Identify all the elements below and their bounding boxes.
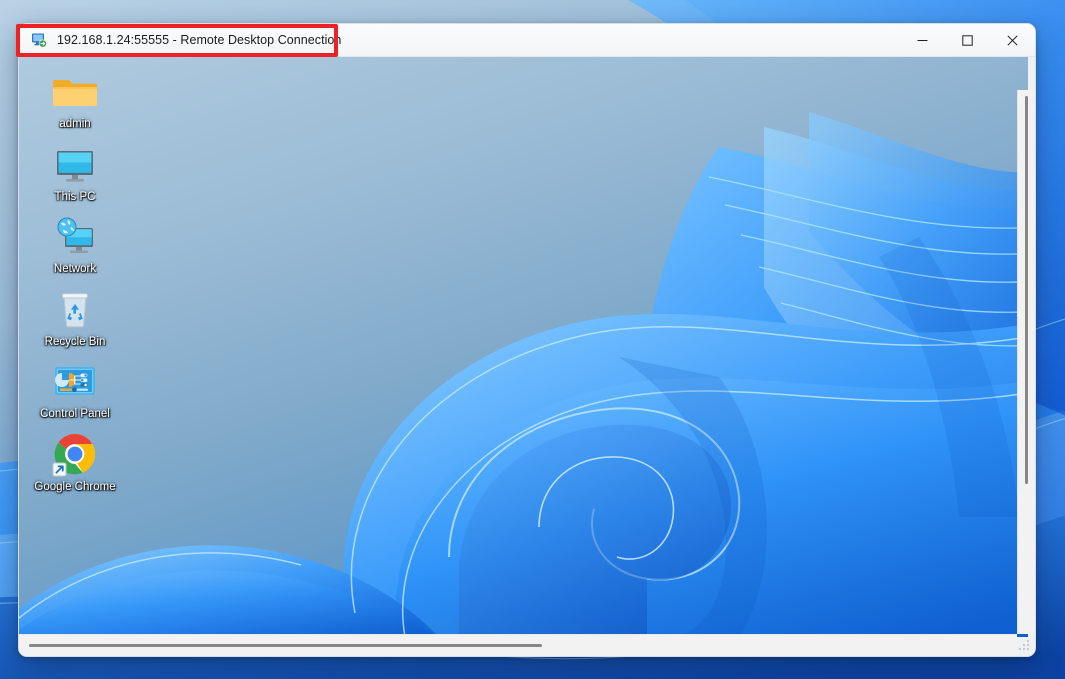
window-title-bar[interactable]: 192.168.1.24:55555 - Remote Desktop Conn… [19,24,1035,57]
remote-desktop-icon [31,32,48,49]
desktop-icon-label: Control Panel [40,408,110,420]
remote-wallpaper [19,57,1028,637]
vertical-scrollbar[interactable] [1017,90,1035,634]
resize-grip[interactable] [1019,640,1032,653]
desktop-icon-control-panel[interactable]: Control Panel [23,357,127,422]
horizontal-scrollbar-thumb[interactable] [29,644,543,647]
minimize-button[interactable] [900,24,945,57]
remote-desktop-canvas[interactable]: admin This PC Network Recycle Bin Contro… [19,57,1028,637]
maximize-button[interactable] [945,24,990,57]
remote-session-area[interactable]: admin This PC Network Recycle Bin Contro… [19,57,1035,656]
close-button[interactable] [990,24,1035,57]
folder-icon [51,67,99,115]
desktop-icon-label: Recycle Bin [44,335,106,348]
desktop-icon-recycle-bin[interactable]: Recycle Bin [23,285,127,350]
shortcut-arrow-overlay [52,462,67,476]
network-icon [51,212,99,260]
window-title-text: 192.168.1.24:55555 - Remote Desktop Conn… [57,33,342,47]
control-panel-icon [51,357,99,405]
desktop-icon-label: admin [59,118,91,130]
desktop-icon-network[interactable]: Network [23,212,127,277]
desktop-icon-this-pc[interactable]: This PC [23,140,127,205]
desktop-icon-label: Google Chrome [34,480,116,493]
desktop-icon-label: This PC [54,190,96,203]
desktop-icon-admin[interactable]: admin [23,67,127,132]
horizontal-scrollbar[interactable] [19,634,1017,656]
remote-desktop-window[interactable]: 192.168.1.24:55555 - Remote Desktop Conn… [18,23,1036,657]
desktop-icon-label: Network [53,263,97,275]
desktop-icon-column: admin This PC Network Recycle Bin Contro… [19,57,131,502]
desktop-icon-google-chrome[interactable]: Google Chrome [23,430,127,495]
host-desktop: 192.168.1.24:55555 - Remote Desktop Conn… [0,0,1065,679]
recycle-bin-icon [51,285,99,333]
vertical-scrollbar-thumb[interactable] [1025,96,1028,485]
this-pc-icon [51,140,99,188]
google-chrome-icon [51,430,99,478]
